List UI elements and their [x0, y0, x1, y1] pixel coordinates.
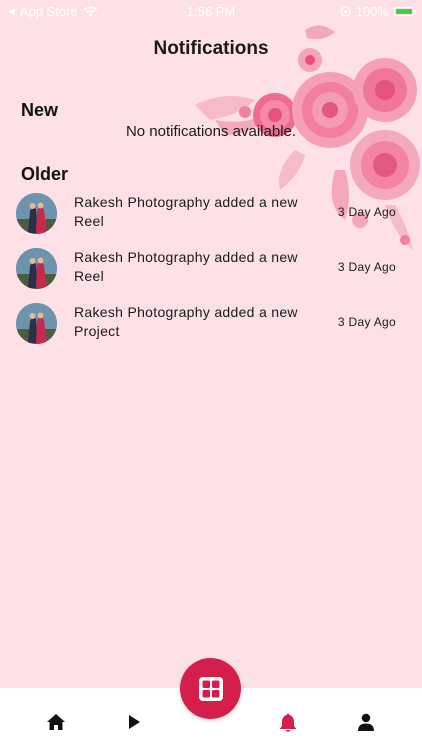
page-title: Notifications [153, 38, 269, 59]
avatar [16, 248, 57, 289]
nav-notifications-button[interactable] [276, 710, 300, 734]
carrier-label[interactable]: App Store [20, 4, 78, 19]
notification-time: 3 Day Ago [337, 260, 396, 274]
status-bar: ◀ App Store 1:56 PM 100% [0, 0, 422, 22]
play-icon [129, 715, 140, 729]
nav-profile-button[interactable] [354, 710, 378, 734]
nav-play-button[interactable] [122, 710, 146, 734]
notification-item[interactable]: Rakesh Photography added a new Reel 3 Da… [16, 193, 406, 237]
section-label-new: New [21, 100, 59, 120]
home-icon [47, 714, 65, 730]
notification-text: Rakesh Photography added a new Project [74, 304, 298, 339]
nav-home-button[interactable] [44, 710, 68, 734]
orientation-lock-icon [340, 5, 351, 17]
back-arrow-icon[interactable]: ◀ [8, 6, 15, 17]
section-label-older: Older [21, 164, 69, 184]
user-icon [358, 713, 374, 731]
empty-notifications-message: No notifications available. [125, 123, 297, 140]
battery-icon [394, 6, 416, 16]
notification-time: 3 Day Ago [337, 315, 396, 329]
notification-time: 3 Day Ago [337, 205, 396, 219]
avatar [16, 303, 57, 344]
battery-percent: 100% [355, 3, 389, 19]
notification-text: Rakesh Photography added a new Reel [74, 249, 298, 284]
grid-menu-button[interactable] [180, 658, 241, 719]
bell-icon [279, 713, 297, 732]
grid-icon [198, 676, 223, 701]
avatar [16, 193, 57, 234]
notification-item[interactable]: Rakesh Photography added a new Project 3… [16, 303, 406, 347]
wifi-icon [83, 6, 98, 16]
notification-item[interactable]: Rakesh Photography added a new Reel 3 Da… [16, 248, 406, 292]
notification-text: Rakesh Photography added a new Reel [74, 194, 298, 229]
